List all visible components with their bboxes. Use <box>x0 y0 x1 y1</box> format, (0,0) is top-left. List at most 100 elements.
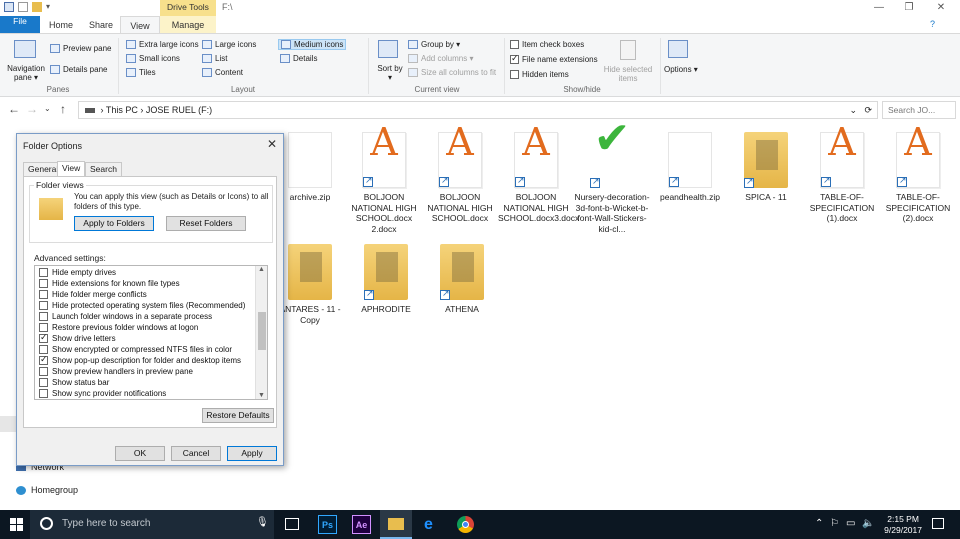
tab-file[interactable]: File <box>0 16 40 34</box>
address-bar[interactable]: › This PC › JOSE RUEL (F:) ⌄ ⟳ <box>78 101 878 119</box>
checkbox-icon[interactable] <box>39 312 48 321</box>
tiles-button[interactable]: Tiles <box>126 68 156 77</box>
network-status-icon[interactable]: ⚐ <box>830 518 839 529</box>
new-folder-icon[interactable] <box>32 2 42 12</box>
apply-button[interactable]: Apply <box>227 446 277 461</box>
checkbox-icon[interactable] <box>39 345 48 354</box>
details-pane-button[interactable]: Details pane <box>50 65 107 74</box>
advanced-setting-item[interactable]: Show sync provider notifications <box>39 389 166 398</box>
sort-by-button[interactable]: Sort by ▾ <box>376 64 404 82</box>
checkbox-icon[interactable] <box>39 389 48 398</box>
file-item[interactable]: TABLE-OF-SPECIFICATION (2).docx <box>880 132 956 224</box>
restore-defaults-button[interactable]: Restore Defaults <box>202 408 274 423</box>
volume-icon[interactable]: 🔈 <box>862 518 874 529</box>
advanced-setting-item[interactable]: Hide protected operating system files (R… <box>39 301 245 310</box>
task-view-icon[interactable] <box>285 518 299 530</box>
tab-home[interactable]: Home <box>44 16 78 34</box>
action-center-icon[interactable] <box>932 518 944 529</box>
chrome-icon[interactable] <box>457 516 474 533</box>
checkbox-icon[interactable] <box>39 268 48 277</box>
tab-view[interactable]: View <box>120 16 160 34</box>
file-item[interactable]: BOLJOON NATIONAL HIGH SCHOOL.docx 2.docx <box>346 132 422 234</box>
advanced-setting-item[interactable]: Show preview handlers in preview pane <box>39 367 193 376</box>
checkbox-checked-icon[interactable] <box>39 332 48 343</box>
scroll-up-icon[interactable]: ▲ <box>258 266 265 273</box>
save-icon[interactable] <box>4 2 14 12</box>
people-icon[interactable]: ⌃ <box>815 518 823 529</box>
advanced-setting-item[interactable]: Hide empty drives <box>39 268 116 277</box>
file-item[interactable]: BOLJOON NATIONAL HIGH SCHOOL.docx <box>422 132 498 224</box>
chevron-down-icon[interactable]: ▾ <box>46 2 54 12</box>
restore-button[interactable]: ❐ <box>894 1 924 15</box>
hidden-items-checkbox[interactable]: Hidden items <box>510 70 569 79</box>
refresh-icon[interactable]: ⟳ <box>864 102 872 118</box>
photoshop-icon[interactable]: Ps <box>318 515 337 534</box>
address-dropdown-icon[interactable]: ⌄ <box>849 102 857 118</box>
help-icon[interactable]: ? <box>930 19 935 29</box>
checkbox-icon[interactable] <box>39 378 48 387</box>
navigation-pane-button[interactable]: Navigation pane ▾ <box>4 64 48 82</box>
extra-large-icons-button[interactable]: Extra large icons <box>126 40 199 49</box>
file-item[interactable]: SPICA - 11 <box>728 132 804 203</box>
preview-pane-button[interactable]: Preview pane <box>50 44 111 53</box>
medium-icons-button[interactable]: Medium icons <box>278 39 347 50</box>
file-item[interactable]: TABLE-OF-SPECIFICATION (1).docx <box>804 132 880 224</box>
tab-share[interactable]: Share <box>84 16 118 34</box>
advanced-scrollbar[interactable]: ▲ ▼ <box>255 266 267 399</box>
breadcrumb-this-pc[interactable]: This PC <box>106 105 138 115</box>
edge-icon[interactable]: e <box>424 516 433 534</box>
checkbox-icon[interactable] <box>39 323 48 332</box>
checkbox-icon[interactable] <box>39 279 48 288</box>
up-arrow-icon[interactable]: ↑ <box>60 102 66 116</box>
microphone-icon[interactable]: 🎙 <box>256 517 269 528</box>
advanced-setting-item[interactable]: Hide folder merge conflicts <box>39 290 147 299</box>
scroll-down-icon[interactable]: ▼ <box>258 392 265 399</box>
advanced-settings-list[interactable]: Show sync provider notifications Show sta… <box>34 265 268 400</box>
options-button[interactable]: Options ▾ <box>664 65 698 74</box>
apply-to-folders-button[interactable]: Apply to Folders <box>74 216 154 231</box>
advanced-setting-item[interactable]: Hide extensions for known file types <box>39 279 180 288</box>
tab-manage[interactable]: Manage <box>160 16 216 34</box>
advanced-setting-item[interactable]: Launch folder windows in a separate proc… <box>39 312 212 321</box>
battery-icon[interactable]: ▭ <box>846 518 855 529</box>
file-item[interactable]: APHRODITE <box>348 244 424 315</box>
checkbox-icon[interactable] <box>39 367 48 376</box>
file-name-extensions-checkbox[interactable]: File name extensions <box>510 53 598 64</box>
file-item[interactable]: ATHENA <box>424 244 500 315</box>
file-item[interactable]: peandhealth.zip <box>652 132 728 203</box>
close-button[interactable]: ✕ <box>926 1 956 15</box>
advanced-setting-item[interactable]: Show drive letters <box>39 332 116 343</box>
item-check-boxes-checkbox[interactable]: Item check boxes <box>510 40 584 49</box>
advanced-setting-item[interactable]: Show status bar <box>39 378 109 387</box>
advanced-setting-item[interactable]: Show pop-up description for folder and d… <box>39 354 241 365</box>
properties-icon[interactable] <box>18 2 28 12</box>
ok-button[interactable]: OK <box>115 446 165 461</box>
large-icons-button[interactable]: Large icons <box>202 40 256 49</box>
reset-folders-button[interactable]: Reset Folders <box>166 216 246 231</box>
search-input[interactable]: Search JO... <box>882 101 956 119</box>
details-button[interactable]: Details <box>280 54 317 63</box>
after-effects-icon[interactable]: Ae <box>352 515 371 534</box>
checkbox-icon[interactable] <box>39 290 48 299</box>
checkbox-icon[interactable] <box>39 301 48 310</box>
file-item[interactable]: BOLJOON NATIONAL HIGH SCHOOL.docx3.docx <box>498 132 579 224</box>
recent-chevron-icon[interactable]: ⌄ <box>44 104 51 113</box>
scroll-thumb[interactable] <box>258 312 266 350</box>
forward-arrow-icon[interactable]: → <box>26 102 38 116</box>
back-arrow-icon[interactable]: ← <box>8 102 20 116</box>
sidebar-item-homegroup[interactable]: Homegroup <box>16 485 78 495</box>
dialog-close-icon[interactable]: ✕ <box>267 137 277 151</box>
file-item[interactable]: Nursery-decoration-3d-font-b-Wicket-b-fo… <box>574 132 650 234</box>
advanced-setting-item[interactable]: Show encrypted or compressed NTFS files … <box>39 345 232 354</box>
group-by-button[interactable]: Group by ▾ <box>408 40 460 49</box>
minimize-button[interactable]: — <box>864 1 894 15</box>
advanced-setting-item[interactable]: Restore previous folder windows at logon <box>39 323 198 332</box>
hide-selected-items-button[interactable]: Hide selected items <box>600 65 656 83</box>
taskbar-clock[interactable]: 2:15 PM 9/29/2017 <box>884 514 922 536</box>
content-button[interactable]: Content <box>202 68 243 77</box>
dialog-tab-search[interactable]: Search <box>85 162 122 176</box>
taskbar-search-box[interactable]: Type here to search 🎙 <box>30 510 274 539</box>
breadcrumb-drive[interactable]: JOSE RUEL (F:) <box>146 105 212 115</box>
size-all-columns-button[interactable]: Size all columns to fit <box>408 68 496 77</box>
dialog-tab-view[interactable]: View <box>57 161 86 176</box>
